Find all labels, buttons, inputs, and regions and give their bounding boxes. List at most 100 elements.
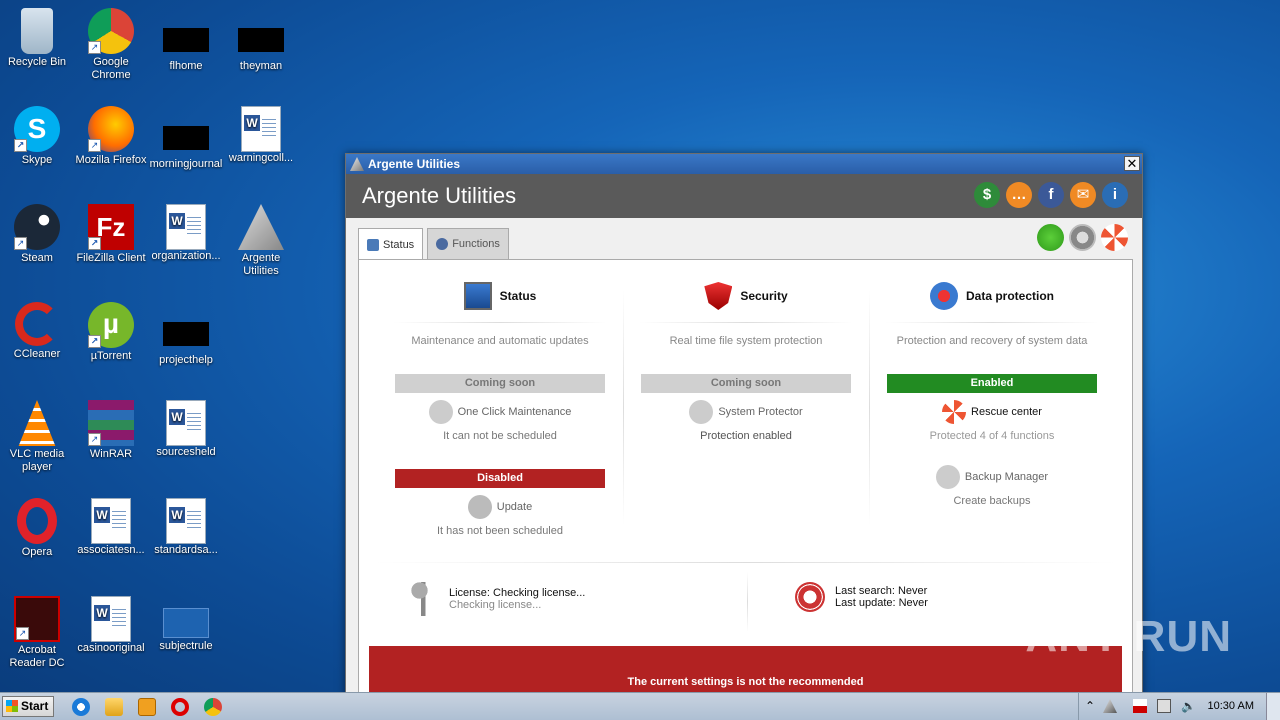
column-divider [747, 572, 748, 632]
coming-soon-seal-icon [689, 400, 714, 424]
system-tray: ⌃ 🔈 10:30 AM [1078, 693, 1280, 720]
desktop-icon-label: WinRAR [89, 448, 133, 460]
clock[interactable]: 10:30 AM [1208, 700, 1254, 712]
shortcut-arrow-icon: ↗ [88, 237, 101, 250]
settings-gear-icon[interactable] [1069, 224, 1096, 251]
argente-utilities-icon [238, 204, 284, 250]
desktop-icon-recycle-bin[interactable]: Recycle Bin [0, 8, 74, 69]
desktop-icon-label: subjectrule [159, 640, 213, 652]
blank-file-icon [163, 608, 209, 638]
desktop-icon-opera[interactable]: Opera [0, 498, 74, 559]
network-icon[interactable] [1157, 699, 1171, 713]
ccleaner-icon [15, 302, 59, 346]
action-center-flag-icon[interactable] [1133, 699, 1147, 713]
feature-status-text: Protection enabled [700, 430, 792, 442]
monitor-icon [463, 282, 492, 310]
desktop-icon-morningjournal[interactable]: morningjournal [149, 106, 223, 171]
desktop-icon-organization[interactable]: organization... [149, 204, 223, 263]
feature-backup-manager[interactable]: Backup Manager [869, 465, 1115, 489]
search-info: Last search: Never Last update: Never [795, 582, 928, 612]
shortcut-arrow-icon: ↗ [14, 237, 27, 250]
desktop-icon-label: Acrobat Reader DC [9, 644, 65, 669]
tab-status[interactable]: Status [358, 228, 424, 260]
desktop-icon-standardsa[interactable]: standardsa... [149, 498, 223, 557]
desktop-icon-theyman[interactable]: theyman [224, 8, 298, 73]
dollar-icon[interactable]: $ [974, 182, 1000, 208]
desktop-icon-filezilla[interactable]: Fz ↗ FileZilla Client [74, 204, 148, 265]
desktop-icon-label: morningjournal [149, 158, 223, 170]
toolbar-icon-group [1037, 224, 1128, 251]
desktop-icon-label: Mozilla Firefox [75, 154, 147, 166]
taskbar: Start ⌃ 🔈 10:30 AM [0, 692, 1280, 720]
desktop-icon-acrobat[interactable]: ↗ Acrobat Reader DC [0, 596, 74, 670]
word-document-icon [241, 106, 281, 152]
mail-icon[interactable]: ✉ [1070, 182, 1096, 208]
desktop-icon-label: Recycle Bin [7, 56, 67, 68]
tab-functions[interactable]: Functions [427, 228, 509, 259]
refresh-icon[interactable] [1037, 224, 1064, 251]
chrome-icon[interactable] [204, 698, 222, 716]
vlc-cone-icon [18, 400, 56, 446]
desktop-icon-vlc[interactable]: VLC media player [0, 400, 74, 474]
anyrun-watermark: ANY RUN [1025, 612, 1232, 661]
internet-explorer-icon[interactable] [72, 698, 90, 716]
feature-one-click-maintenance[interactable]: One Click Maintenance [377, 400, 623, 424]
tray-expand-icon[interactable]: ⌃ [1085, 699, 1099, 713]
desktop-icon-steam[interactable]: ↗ Steam [0, 204, 74, 265]
opera-icon[interactable] [171, 698, 189, 716]
desktop-icon-argente-utilities[interactable]: Argente Utilities [224, 204, 298, 278]
desktop-icon-flhome[interactable]: flhome [149, 8, 223, 73]
desktop-icon-subjectrule[interactable]: subjectrule [149, 596, 223, 653]
feature-status-text: Create backups [953, 495, 1031, 507]
desktop-icon-utorrent[interactable]: µ ↗ µTorrent [74, 302, 148, 363]
desktop-icon-casinooriginal[interactable]: casinooriginal [74, 596, 148, 655]
update-refresh-icon [467, 495, 492, 519]
show-desktop-button[interactable] [1266, 693, 1280, 720]
divider [375, 562, 1116, 563]
argente-app-icon [350, 157, 364, 171]
window-title: Argente Utilities [368, 157, 461, 171]
desktop-icon-label: standardsa... [154, 544, 218, 556]
utorrent-icon: µ ↗ [88, 302, 134, 348]
feature-rescue-center[interactable]: Rescue center [869, 400, 1115, 424]
tab-bar: Status Functions [358, 228, 509, 260]
desktop-icon-associatesn[interactable]: associatesn... [74, 498, 148, 557]
close-button[interactable]: ✕ [1124, 156, 1140, 171]
feature-update[interactable]: Update [377, 495, 623, 519]
column-subtitle: Maintenance and automatic updates [411, 335, 589, 347]
status-badge: Coming soon [395, 374, 605, 393]
window-titlebar[interactable]: Argente Utilities ✕ [346, 154, 1142, 174]
desktop-icon-label: projecthelp [159, 354, 213, 366]
facebook-icon[interactable]: f [1038, 182, 1064, 208]
desktop-icon-firefox[interactable]: ↗ Mozilla Firefox [74, 106, 148, 167]
volume-icon[interactable]: 🔈 [1181, 699, 1196, 713]
desktop-icon-ccleaner[interactable]: CCleaner [0, 302, 74, 361]
license-substatus: Checking license... [449, 599, 542, 611]
file-explorer-icon[interactable] [105, 698, 123, 716]
status-badge: Disabled [395, 469, 605, 488]
info-icon[interactable]: i [1102, 182, 1128, 208]
desktop-icon-skype[interactable]: S ↗ Skype [0, 106, 74, 167]
skype-icon: S ↗ [14, 106, 60, 152]
desktop-icon-sourcesheld[interactable]: sourcesheld [149, 400, 223, 459]
license-info: License: Checking license... Checking li… [409, 582, 585, 616]
desktop-icon-winrar[interactable]: ↗ WinRAR [74, 400, 148, 461]
divider [885, 322, 1099, 323]
argente-tray-icon[interactable] [1103, 699, 1117, 713]
functions-icon [436, 238, 449, 250]
feature-system-protector[interactable]: System Protector [623, 400, 869, 424]
winrar-icon: ↗ [88, 400, 134, 446]
media-player-icon[interactable] [138, 698, 156, 716]
word-document-icon [166, 498, 206, 544]
desktop-icon-warningcoll[interactable]: warningcoll... [224, 106, 298, 165]
desktop-icon-projecthelp[interactable]: projecthelp [149, 302, 223, 367]
acrobat-reader-icon: ↗ [14, 596, 60, 642]
lifebuoy-icon[interactable] [1101, 224, 1128, 251]
data-protection-heading: Data protection [869, 282, 1115, 310]
word-document-icon [91, 596, 131, 642]
desktop-icon-chrome[interactable]: ↗ Google Chrome [74, 8, 148, 82]
chat-icon[interactable]: … [1006, 182, 1032, 208]
feature-status-text: It can not be scheduled [443, 430, 557, 442]
app-header: Argente Utilities $ … f ✉ i [346, 174, 1142, 218]
start-button[interactable]: Start [2, 696, 54, 717]
